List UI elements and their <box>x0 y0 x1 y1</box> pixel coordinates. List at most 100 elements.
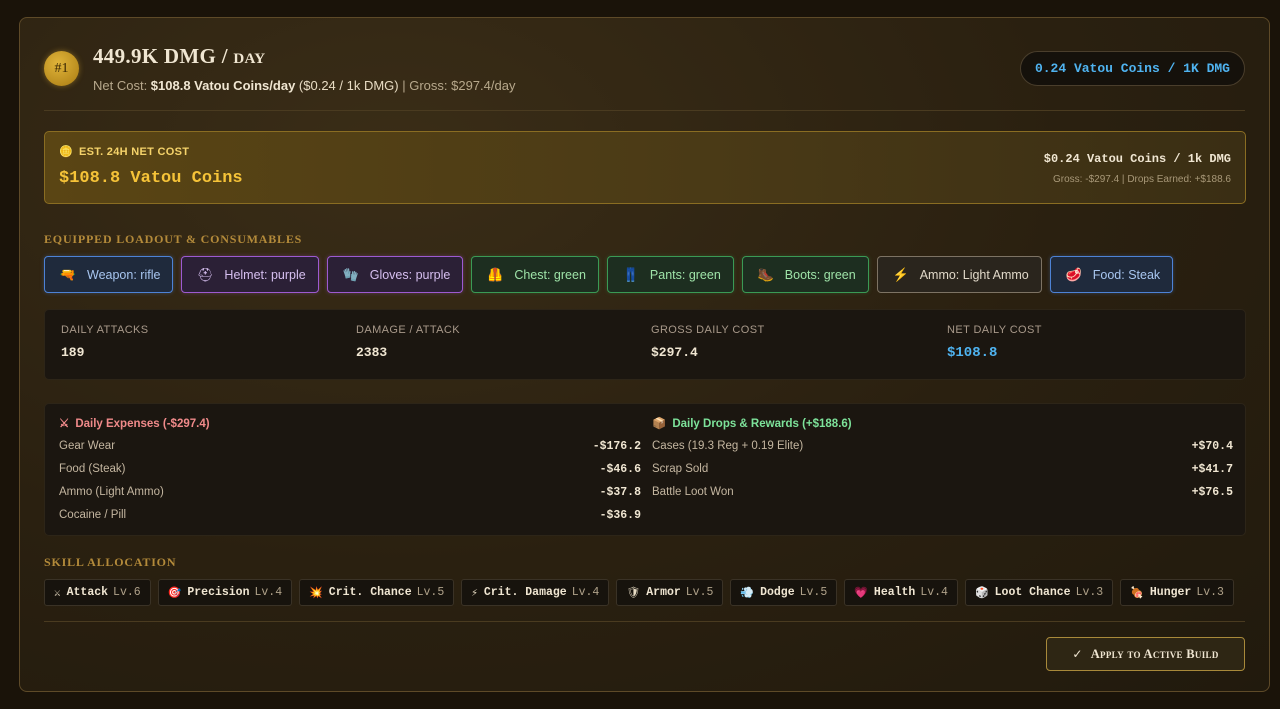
stat-label: GROSS DAILY COST <box>651 324 765 336</box>
skill-name: Health <box>873 586 916 599</box>
skill-level: Lv.4 <box>254 586 283 599</box>
checkmark-icon: ✓ <box>1072 647 1083 661</box>
skill-attack[interactable]: ⚔ Attack Lv.6 <box>44 579 151 606</box>
skill-level: Lv.5 <box>416 586 445 599</box>
damage-value: 449.9K DMG / <box>93 44 234 68</box>
skill-name: Precision <box>187 586 250 599</box>
steak-icon: 🥩 <box>1065 266 1082 282</box>
skill-loot-chance[interactable]: 🎲 Loot Chance Lv.3 <box>964 579 1114 606</box>
pants-icon: 👖 <box>622 266 639 282</box>
rate-paren: ($0.24 / 1k DMG) <box>295 78 399 93</box>
lightning-icon: ⚡ <box>471 587 478 600</box>
skills-list: ⚔ Attack Lv.6 🎯 Precision Lv.4 💥 Crit. Chance… <box>44 579 1234 606</box>
expense-label: Ammo (Light Ammo) <box>59 486 164 498</box>
loadout-label: Pants: green <box>649 267 721 282</box>
drop-label: Cases (19.3 Reg + 0.19 Elite) <box>652 440 804 452</box>
apply-label: Apply to Active Build <box>1090 646 1219 661</box>
skills-title: SKILL ALLOCATION <box>44 555 177 569</box>
est-rate: $0.24 Vatou Coins / 1k DMG <box>1043 152 1231 166</box>
heart-icon: 💗 <box>854 587 868 600</box>
skill-crit-chance[interactable]: 💥 Crit. Chance Lv.5 <box>299 579 455 606</box>
drop-label: Battle Loot Won <box>652 486 734 498</box>
loadout-gloves[interactable]: 🧤 Gloves: purple <box>326 256 464 293</box>
gross-summary: | Gross: $297.4/day <box>398 78 516 93</box>
skill-name: Hunger <box>1149 586 1192 599</box>
apply-build-button[interactable]: ✓ Apply to Active Build <box>1046 637 1245 671</box>
build-card: #1 449.9K DMG / day Net Cost: $108.8 Vat… <box>19 17 1270 692</box>
drop-row: Scrap Sold +$41.7 <box>652 463 1233 486</box>
dice-icon: 🎲 <box>974 587 989 600</box>
skill-level: Lv.5 <box>799 586 828 599</box>
meat-icon: 🍖 <box>1130 587 1144 600</box>
net-cost-label: Net Cost: <box>93 78 151 93</box>
est-net-cost-panel: 🪙 EST. 24H NET COST $108.8 Vatou Coins $0… <box>44 131 1246 204</box>
drops-header: 📦 Daily Drops & Rewards (+$188.6) <box>652 416 1233 430</box>
loadout-pants[interactable]: 👖 Pants: green <box>606 256 734 293</box>
burst-icon: 💥 <box>309 587 323 600</box>
divider <box>44 621 1245 622</box>
stat-net-daily: NET DAILY COST $108.8 <box>947 324 1042 361</box>
ledger-panel: ⚔ Daily Expenses (-$297.4) Gear Wear -$176… <box>44 403 1246 536</box>
stat-label: DAILY ATTACKS <box>61 324 149 336</box>
cost-summary: Net Cost: $108.8 Vatou Coins/day ($0.24 … <box>93 78 515 93</box>
skill-level: Lv.6 <box>113 586 141 599</box>
stat-gross-daily: GROSS DAILY COST $297.4 <box>651 324 765 360</box>
loadout-list: 🔫 Weapon: rifle ⛑ Helmet: purple 🧤 Gloves: … <box>44 256 1174 293</box>
expense-label: Cocaine / Pill <box>59 509 127 521</box>
expense-label: Food (Steak) <box>59 463 126 475</box>
coins-icon: 🪙 <box>59 146 73 158</box>
expenses-header: ⚔ Daily Expenses (-$297.4) <box>59 416 641 430</box>
stat-damage-attack: DAMAGE / ATTACK 2383 <box>356 324 460 360</box>
stat-daily-attacks: DAILY ATTACKS 189 <box>61 324 149 360</box>
loadout-weapon[interactable]: 🔫 Weapon: rifle <box>44 256 174 293</box>
skill-name: Crit. Chance <box>328 586 412 599</box>
loadout-ammo[interactable]: ⚡ Ammo: Light Ammo <box>876 256 1042 293</box>
skill-name: Armor <box>646 586 681 599</box>
skill-dodge[interactable]: 💨 Dodge Lv.5 <box>730 579 838 606</box>
stat-value: 2383 <box>356 345 388 360</box>
expense-row: Cocaine / Pill -$36.9 <box>59 509 641 532</box>
drop-amount: +$70.4 <box>1191 440 1233 453</box>
expenses-column: ⚔ Daily Expenses (-$297.4) Gear Wear -$176… <box>59 416 641 532</box>
stat-label: NET DAILY COST <box>947 324 1042 336</box>
shield-icon: 🛡 <box>626 587 641 600</box>
loadout-label: Ammo: Light Ammo <box>919 267 1029 282</box>
stat-label: DAMAGE / ATTACK <box>356 324 460 336</box>
drop-label: Scrap Sold <box>652 463 709 475</box>
drops-column: 📦 Daily Drops & Rewards (+$188.6) Cases (… <box>652 416 1233 509</box>
crossed-swords-icon: ⚔ <box>54 587 61 600</box>
efficiency-pill: 0.24 Vatou Coins / 1K DMG <box>1019 51 1245 86</box>
loadout-boots[interactable]: 🥾 Boots: green <box>741 256 869 293</box>
skill-crit-damage[interactable]: ⚡ Crit. Damage Lv.4 <box>461 579 610 606</box>
expense-row: Gear Wear -$176.2 <box>59 440 641 463</box>
expense-row: Food (Steak) -$46.6 <box>59 463 641 486</box>
skill-level: Lv.3 <box>1196 586 1224 599</box>
skill-armor[interactable]: 🛡 Armor Lv.5 <box>616 579 724 606</box>
expense-amount: -$37.8 <box>599 486 641 499</box>
loadout-helmet[interactable]: ⛑ Helmet: purple <box>181 256 319 293</box>
skill-precision[interactable]: 🎯 Precision Lv.4 <box>157 579 293 606</box>
loadout-food[interactable]: 🥩 Food: Steak <box>1049 256 1174 293</box>
loadout-chest[interactable]: 🦺 Chest: green <box>471 256 599 293</box>
loadout-label: Weapon: rifle <box>87 267 161 282</box>
drop-amount: +$76.5 <box>1191 486 1233 499</box>
loadout-title: EQUIPPED LOADOUT & CONSUMABLES <box>44 232 303 246</box>
wind-icon: 💨 <box>740 587 755 600</box>
target-icon: 🎯 <box>167 587 182 600</box>
loadout-label: Food: Steak <box>1092 267 1161 282</box>
damage-title: 449.9K DMG / day <box>93 44 265 69</box>
skill-health[interactable]: 💗 Health Lv.4 <box>844 579 958 606</box>
stat-value: 189 <box>61 345 85 360</box>
expense-amount: -$176.2 <box>592 440 641 453</box>
loadout-label: Gloves: purple <box>369 267 451 282</box>
est-note: Gross: -$297.4 | Drops Earned: +$188.6 <box>1053 174 1231 185</box>
stat-value: $297.4 <box>651 345 698 360</box>
skill-level: Lv.4 <box>920 586 948 599</box>
est-label-row: 🪙 EST. 24H NET COST <box>59 145 189 158</box>
skill-hunger[interactable]: 🍖 Hunger Lv.3 <box>1120 579 1234 606</box>
loadout-label: Helmet: purple <box>224 267 306 282</box>
rank-badge: #1 <box>44 51 79 86</box>
est-label: EST. 24H NET COST <box>79 146 190 158</box>
drop-row: Battle Loot Won +$76.5 <box>652 486 1233 509</box>
loadout-label: Chest: green <box>514 267 586 282</box>
